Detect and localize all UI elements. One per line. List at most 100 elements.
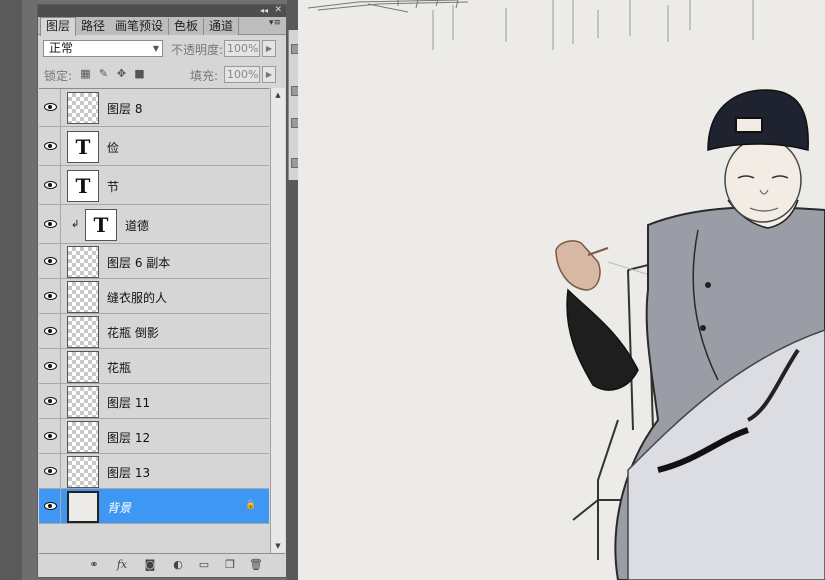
blend-mode-value: 正常 (49, 41, 74, 55)
fx-icon[interactable]: fx (115, 558, 129, 572)
layer-thumbnail (67, 385, 99, 418)
tab-swatches[interactable]: 色板 (169, 18, 205, 35)
clip-arrow-icon: ↲ (71, 218, 80, 230)
eye-icon (44, 361, 57, 370)
layer-name: 图层 6 副本 (107, 255, 171, 270)
layer-name: 道德 (125, 218, 150, 233)
layer-thumbnail (67, 280, 99, 313)
layer-row[interactable]: T节 (39, 166, 269, 205)
layer-row[interactable]: 图层 8 (39, 89, 269, 127)
visibility-toggle[interactable] (39, 244, 61, 278)
lock-label: 锁定: (44, 69, 73, 83)
adjustment-icon[interactable]: ◐ (171, 558, 185, 572)
tab-brush-presets[interactable]: 画笔预设 (110, 18, 170, 35)
chevron-down-icon: ▼ (152, 44, 159, 53)
layer-row[interactable]: 图层 6 副本 (39, 244, 269, 279)
eye-icon (44, 256, 57, 265)
blend-mode-select[interactable]: 正常 ▼ (43, 40, 163, 57)
visibility-toggle[interactable] (39, 384, 61, 418)
roof-sketch (307, 0, 469, 13)
layer-row[interactable]: 图层 12 (39, 419, 269, 454)
eye-icon (44, 326, 57, 335)
layer-name: 图层 8 (107, 102, 143, 116)
layer-thumbnail: T (67, 130, 99, 163)
layer-list: 图层 8 T 俭 T 节 ↲ T 道德 图层 6 副本 缝衣服的人 花瓶 倒影 花瓶 图层 11 图层 1… (39, 88, 269, 524)
layer-name: 俭 (107, 140, 120, 155)
layer-thumbnail (67, 92, 99, 124)
layer-name: 花瓶 (107, 360, 132, 375)
layer-thumbnail (67, 455, 99, 488)
lock-all-icon[interactable]: ■ (133, 67, 146, 80)
visibility-toggle[interactable] (39, 127, 61, 165)
eye-icon (44, 141, 57, 150)
layer-row[interactable]: 花瓶 倒影 (39, 314, 269, 349)
lock-transparency-icon[interactable]: ▦ (79, 67, 92, 80)
tab-channels[interactable]: 通道 (204, 18, 240, 35)
new-layer-icon[interactable]: ❐ (223, 558, 237, 572)
visibility-toggle[interactable] (39, 205, 61, 243)
layers-panel: ◂◂ ✕ 图层 路径 画笔预设 色板 通道 ▾≡ 正常 ▼ 不透明度: 100%… (37, 4, 287, 578)
visibility-toggle[interactable] (39, 279, 61, 313)
eye-icon (44, 291, 57, 300)
layer-row[interactable]: 花瓶 (39, 349, 269, 384)
lock-move-icon[interactable]: ✥ (115, 67, 128, 80)
scroll-down-icon[interactable]: ▼ (271, 539, 285, 553)
layer-name: 缝衣服的人 (107, 290, 168, 305)
layer-name: 花瓶 倒影 (107, 325, 159, 340)
layer-thumbnail (67, 315, 99, 348)
opacity-arrow-icon[interactable]: ▶ (262, 40, 276, 57)
link-layers-icon[interactable]: ⚭ (87, 558, 101, 572)
visibility-toggle[interactable] (39, 489, 61, 523)
fill-field[interactable]: 100% (224, 66, 260, 83)
tab-paths[interactable]: 路径 (76, 18, 112, 35)
visibility-toggle[interactable] (39, 314, 61, 348)
visibility-toggle[interactable] (39, 89, 61, 126)
visibility-toggle[interactable] (39, 419, 61, 453)
opacity-label: 不透明度: (171, 43, 224, 57)
eye-icon (44, 219, 57, 228)
face (724, 137, 802, 223)
visibility-toggle[interactable] (39, 166, 61, 204)
eye-icon (44, 431, 57, 440)
tab-bar: 图层 路径 画笔预设 色板 通道 ▾≡ (38, 17, 286, 36)
layer-row[interactable]: ↲ T 道德 (39, 205, 269, 244)
panel-title-bar[interactable]: ◂◂ ✕ (38, 5, 286, 17)
opacity-field[interactable]: 100% (224, 40, 260, 57)
eye-icon (44, 501, 57, 510)
collapse-icon[interactable]: ◂◂ (260, 6, 268, 16)
lock-icon: 🔒 (245, 499, 257, 510)
layer-name: 节 (107, 179, 120, 194)
group-icon[interactable]: ▭ (197, 558, 211, 572)
trash-icon[interactable]: 🗑 (249, 558, 263, 572)
layer-row[interactable]: 背景 🔒 (39, 489, 269, 524)
hand (555, 240, 601, 291)
layer-name: 图层 12 (107, 430, 151, 445)
left-gutter-strip (0, 0, 22, 580)
fill-label: 填充: (190, 69, 219, 83)
visibility-toggle[interactable] (39, 454, 61, 488)
close-icon[interactable]: ✕ (274, 5, 282, 16)
visibility-toggle[interactable] (39, 349, 61, 383)
layer-name: 背景 (107, 500, 132, 515)
tab-layers[interactable]: 图层 (40, 17, 77, 36)
scrollbar[interactable]: ▲ ▼ (270, 88, 285, 553)
layer-row[interactable]: T俭 (39, 127, 269, 166)
layer-thumbnail: T (67, 169, 99, 202)
eye-icon (44, 466, 57, 475)
lock-brush-icon[interactable]: ✎ (97, 67, 110, 80)
document-canvas[interactable] (298, 0, 825, 580)
layer-row[interactable]: 图层 11 (39, 384, 269, 419)
fill-arrow-icon[interactable]: ▶ (262, 66, 276, 83)
scroll-up-icon[interactable]: ▲ (271, 88, 285, 102)
layer-row[interactable]: 图层 13 (39, 454, 269, 489)
layer-thumbnail (67, 245, 99, 278)
layer-row[interactable]: 缝衣服的人 (39, 279, 269, 314)
sleeve (566, 288, 639, 391)
layer-name: 图层 11 (107, 395, 151, 410)
finger (587, 247, 609, 256)
mask-icon[interactable]: ◙ (143, 558, 157, 572)
layer-thumbnail (67, 350, 99, 383)
layer-thumbnail: T (85, 208, 117, 241)
layers-bottom-bar: ⚭ fx ◙ ◐ ▭ ❐ 🗑 (39, 553, 285, 575)
panel-menu-icon[interactable]: ▾≡ (269, 18, 281, 28)
